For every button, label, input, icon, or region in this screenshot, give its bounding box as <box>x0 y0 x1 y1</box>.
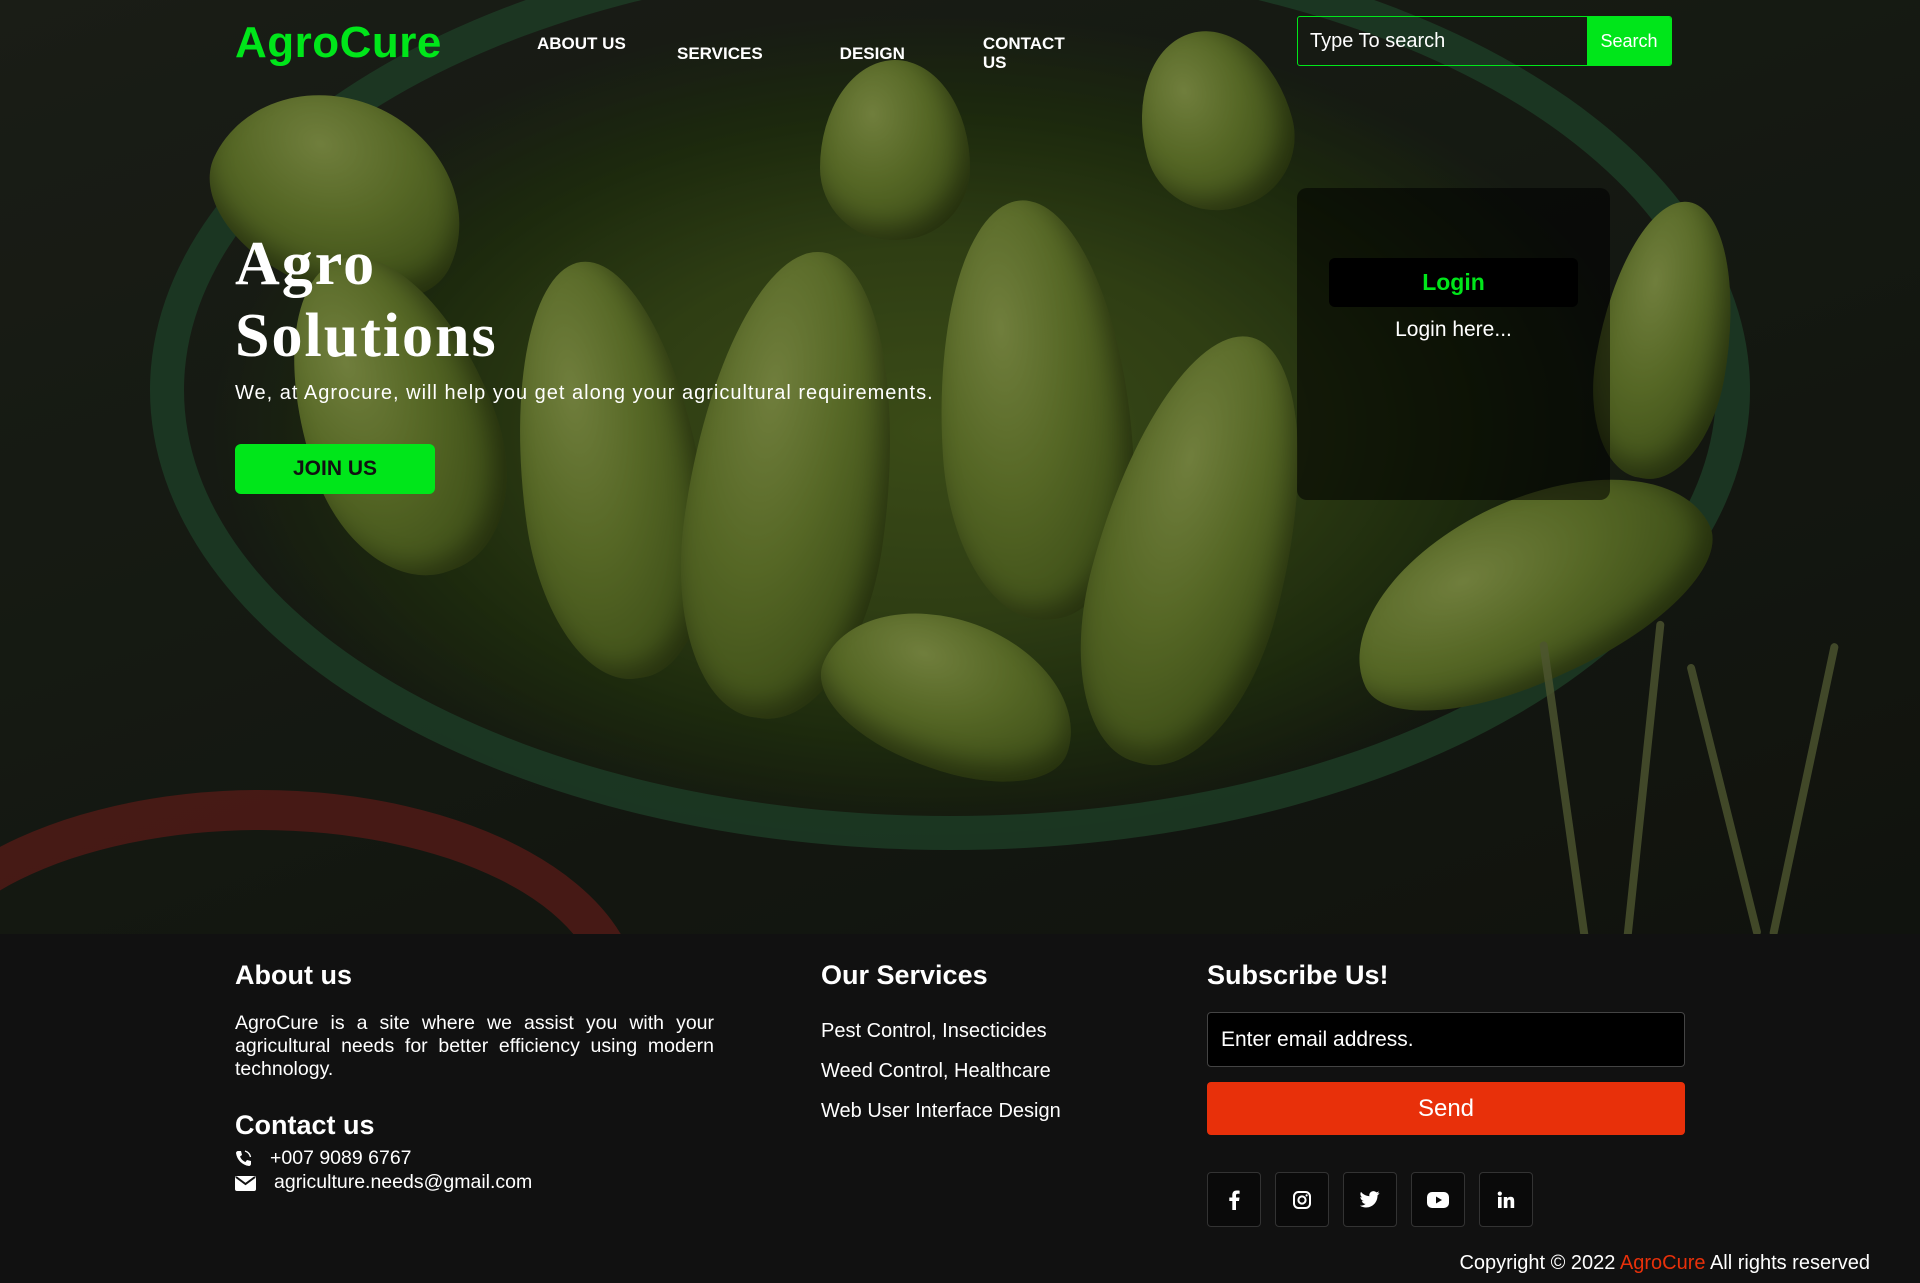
email-address[interactable]: agriculture.needs@gmail.com <box>274 1171 532 1194</box>
search-bar: Search <box>1297 16 1672 66</box>
about-heading: About us <box>235 960 352 990</box>
contact-heading: Contact us <box>235 1110 375 1140</box>
join-us-button[interactable]: JOIN US <box>235 444 435 494</box>
phone-number: +007 9089 6767 <box>270 1147 412 1169</box>
instagram-button[interactable] <box>1275 1172 1329 1227</box>
nav-design[interactable]: DESIGN <box>840 34 905 72</box>
contact-phone: +007 9089 6767 <box>235 1147 412 1170</box>
nav-contact-us[interactable]: CONTACT US <box>983 34 1073 72</box>
copyright-brand[interactable]: AgroCure <box>1620 1252 1706 1274</box>
phone-icon <box>236 1150 252 1166</box>
service-item[interactable]: Pest Control, Insecticides <box>821 1020 1047 1043</box>
login-card: Login Login here... <box>1297 188 1610 500</box>
facebook-button[interactable] <box>1207 1172 1261 1227</box>
linkedin-button[interactable] <box>1479 1172 1533 1227</box>
hero-section: AgroCure ABOUT US SERVICES DESIGN CONTAC… <box>0 0 1920 934</box>
service-item[interactable]: Weed Control, Healthcare <box>821 1060 1051 1083</box>
login-button[interactable]: Login <box>1329 258 1578 307</box>
login-here-text: Login here... <box>1395 318 1512 341</box>
facebook-icon <box>1229 1190 1240 1210</box>
linkedin-icon <box>1497 1191 1515 1208</box>
service-item[interactable]: Web User Interface Design <box>821 1100 1061 1123</box>
nav-services[interactable]: SERVICES <box>677 34 763 72</box>
twitter-icon <box>1360 1191 1380 1208</box>
about-text: AgroCure is a site where we assist you w… <box>235 1012 714 1080</box>
youtube-button[interactable] <box>1411 1172 1465 1227</box>
hero-subtitle: We, at Agrocure, will help you get along… <box>235 382 934 404</box>
search-input[interactable] <box>1298 17 1587 65</box>
subscribe-email-input[interactable] <box>1207 1012 1685 1067</box>
copyright-prefix: Copyright © 2022 <box>1459 1252 1620 1274</box>
instagram-icon <box>1293 1190 1311 1209</box>
search-button[interactable]: Search <box>1587 17 1671 65</box>
youtube-icon <box>1427 1191 1449 1208</box>
site-logo[interactable]: AgroCure <box>235 18 442 68</box>
subscribe-heading: Subscribe Us! <box>1207 960 1389 990</box>
nav-about-us[interactable]: ABOUT US <box>537 34 677 72</box>
hero-title: Agro Solutions <box>235 230 498 370</box>
main-nav: ABOUT US SERVICES DESIGN CONTACT US <box>537 34 1073 72</box>
copyright-text: Copyright © 2022 AgroCure All rights res… <box>1459 1252 1870 1275</box>
copyright-suffix: All rights reserved <box>1705 1252 1870 1274</box>
contact-email: agriculture.needs@gmail.com <box>235 1171 532 1194</box>
twitter-button[interactable] <box>1343 1172 1397 1227</box>
services-heading: Our Services <box>821 960 988 990</box>
envelope-icon <box>235 1175 256 1191</box>
send-button[interactable]: Send <box>1207 1082 1685 1135</box>
